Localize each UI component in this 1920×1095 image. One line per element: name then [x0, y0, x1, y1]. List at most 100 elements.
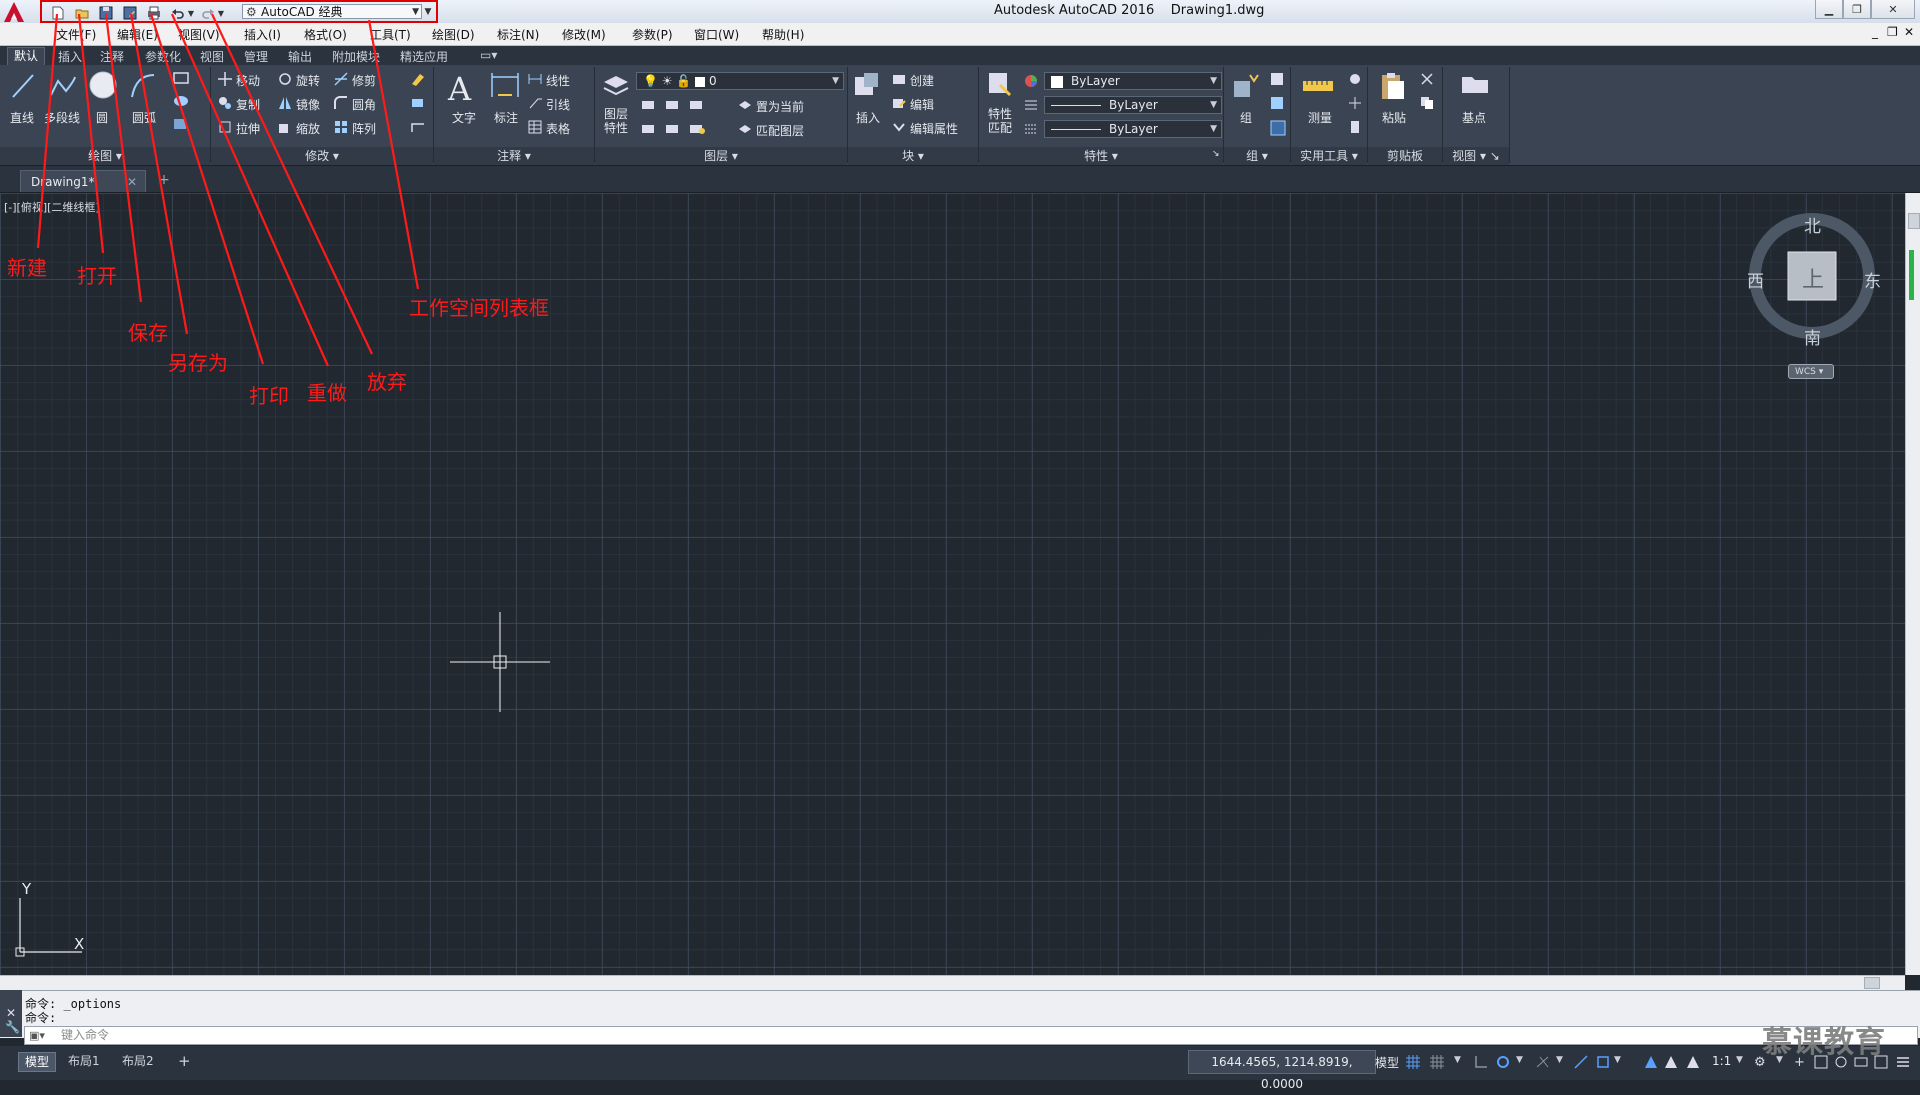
move-icon[interactable] [218, 72, 232, 89]
base-view-icon[interactable] [1460, 73, 1490, 100]
arc-icon[interactable] [128, 71, 158, 104]
edit-block-icon[interactable] [892, 96, 906, 113]
tab-featured-apps[interactable]: 精选应用 [400, 48, 448, 65]
dimension-icon[interactable] [490, 71, 520, 104]
chevron-down-icon[interactable]: ▼ [1614, 1055, 1624, 1069]
panel-title-annotation[interactable]: 注释 ▾ [434, 147, 594, 165]
menu-edit[interactable]: 编辑(E) [117, 26, 158, 43]
snap-icon[interactable] [1430, 1055, 1444, 1069]
undo-icon[interactable] [170, 5, 186, 21]
explode-icon[interactable] [410, 96, 426, 113]
grid-icon[interactable] [1406, 1055, 1420, 1069]
tab-model[interactable]: 模型 [18, 1052, 57, 1072]
drawing-canvas[interactable] [0, 193, 1905, 975]
object-snap-icon[interactable] [1596, 1055, 1610, 1069]
layer-tool-icon[interactable] [642, 98, 732, 115]
save-icon[interactable] [98, 5, 114, 21]
command-prompt-icon[interactable]: ▣▾ [29, 1027, 45, 1044]
rotate-icon[interactable] [278, 72, 292, 89]
new-file-icon[interactable] [50, 5, 66, 21]
point-icon[interactable] [1348, 96, 1362, 113]
panel-title-layers[interactable]: 图层 ▾ [595, 147, 847, 165]
menu-format[interactable]: 格式(O) [304, 26, 347, 43]
annotation-scale-icon[interactable] [1686, 1055, 1700, 1069]
auto-scale-icon[interactable] [1664, 1055, 1678, 1069]
quick-select-icon[interactable] [1348, 72, 1362, 89]
tab-annotate[interactable]: 注释 [100, 48, 124, 65]
group-select-icon[interactable] [1270, 120, 1286, 139]
tab-home[interactable]: 默认 [7, 47, 46, 65]
chevron-down-icon[interactable]: ▼ [1556, 1055, 1566, 1069]
group-edit-icon[interactable] [1270, 96, 1284, 113]
layer-dropdown[interactable]: 💡 ☀ 🔓 0 ▼ [636, 72, 844, 90]
create-block-icon[interactable] [892, 72, 906, 89]
table-icon[interactable] [528, 120, 542, 137]
menu-window[interactable]: 窗口(W) [694, 26, 739, 43]
navigation-bar[interactable] [1909, 250, 1914, 300]
tab-output[interactable]: 输出 [288, 48, 312, 65]
paste-icon[interactable] [1378, 71, 1408, 104]
ortho-icon[interactable] [1474, 1055, 1488, 1069]
customize-qat-icon[interactable]: ▼ [422, 4, 434, 20]
open-file-icon[interactable] [74, 5, 90, 21]
close-icon[interactable]: ✕ [6, 1006, 16, 1020]
tab-layout1[interactable]: 布局1 [62, 1052, 106, 1070]
viewport-controls[interactable]: [-][俯视][二维线框] [4, 199, 100, 215]
menu-dimension[interactable]: 标注(N) [497, 26, 539, 43]
group-icon[interactable] [1232, 71, 1262, 104]
compass-south[interactable]: 南 [1804, 324, 1821, 349]
layer-properties-icon[interactable] [602, 72, 630, 103]
scrollbar-thumb[interactable] [1864, 977, 1880, 989]
scrollbar-thumb[interactable] [1908, 213, 1920, 229]
edit-attributes-icon[interactable] [892, 120, 906, 137]
document-tab[interactable]: Drawing1* ✕ [20, 170, 146, 192]
model-space-toggle[interactable]: 模型 [1375, 1054, 1399, 1071]
save-as-icon[interactable] [122, 5, 138, 21]
circle-icon[interactable] [88, 70, 118, 103]
chevron-down-icon[interactable]: ▼ [1516, 1055, 1526, 1069]
panel-title-utilities[interactable]: 实用工具 ▾ [1291, 147, 1367, 165]
restore-button[interactable]: ❐ [1843, 0, 1871, 19]
color-wheel-icon[interactable] [1024, 74, 1038, 91]
tab-layout2[interactable]: 布局2 [116, 1052, 160, 1070]
new-tab-icon[interactable]: + [156, 172, 172, 188]
color-dropdown[interactable]: ByLayer ▼ [1044, 72, 1222, 90]
offset-icon[interactable] [410, 120, 426, 137]
wrench-icon[interactable]: 🔧 [5, 1020, 20, 1034]
panel-title-draw[interactable]: 绘图 ▾ [0, 147, 210, 165]
ungroup-icon[interactable] [1270, 72, 1284, 89]
line-icon[interactable] [10, 71, 36, 104]
undo-dropdown-icon[interactable]: ▼ [186, 5, 196, 21]
command-line-handle[interactable]: ✕ 🔧 [0, 990, 22, 1037]
doc-restore-icon[interactable]: ❐ [1887, 25, 1898, 39]
insert-block-icon[interactable] [852, 71, 882, 104]
tab-parametric[interactable]: 参数化 [145, 48, 181, 65]
chevron-down-icon[interactable]: ▼ [1454, 1055, 1464, 1069]
vertical-scrollbar[interactable] [1905, 193, 1920, 975]
menu-tools[interactable]: 工具(T) [370, 26, 411, 43]
tab-insert[interactable]: 插入 [58, 48, 82, 65]
cut-icon[interactable] [1420, 72, 1434, 89]
wcs-menu[interactable]: WCS ▾ [1788, 364, 1834, 379]
menu-insert[interactable]: 插入(I) [244, 26, 281, 43]
lineweight-icon[interactable] [1024, 122, 1038, 139]
ribbon-minimize-icon[interactable]: ▭▾ [480, 48, 497, 62]
compass-west[interactable]: 西 [1747, 267, 1764, 292]
set-current-icon[interactable] [738, 98, 752, 115]
chevron-down-icon[interactable]: ▼ [1736, 1055, 1746, 1069]
menu-view[interactable]: 视图(V) [178, 26, 220, 43]
erase-icon[interactable] [410, 72, 426, 89]
coordinates-display[interactable]: 1644.4565, 1214.8919, 0.0000 [1188, 1050, 1376, 1091]
close-button[interactable]: ✕ [1871, 0, 1915, 19]
horizontal-scrollbar[interactable] [0, 975, 1905, 990]
autocad-logo-icon[interactable] [3, 1, 25, 23]
trim-icon[interactable] [334, 72, 348, 89]
print-icon[interactable] [146, 5, 162, 21]
panel-title-groups[interactable]: 组 ▾ [1224, 147, 1290, 165]
copy-icon[interactable] [218, 96, 232, 113]
viewcube[interactable]: 北 南 东 西 上 WCS ▾ [1740, 208, 1890, 388]
tab-addins[interactable]: 附加模块 [332, 48, 380, 65]
doc-close-icon[interactable]: ✕ [1904, 25, 1914, 39]
layer-tool-icon[interactable] [642, 122, 732, 139]
ucs-icon[interactable]: Y X [12, 880, 102, 960]
